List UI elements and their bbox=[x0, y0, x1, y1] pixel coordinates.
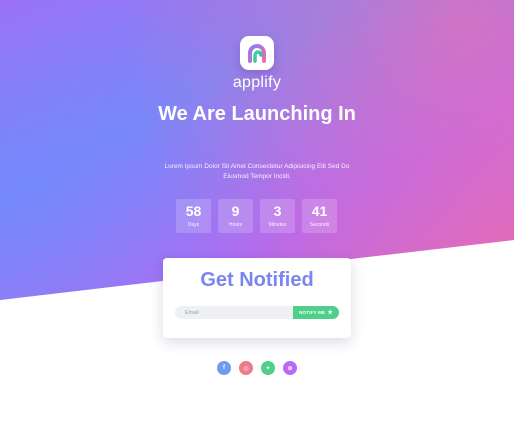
star-icon: ★ bbox=[327, 310, 333, 316]
page-title: We Are Launching In bbox=[158, 103, 356, 125]
page-subtitle: Lorem Ipsum Dolor Sit Amet Consectetur A… bbox=[164, 163, 350, 180]
countdown-days-value: 58 bbox=[185, 203, 202, 219]
subscribe-form: NOTIFY ME ★ bbox=[175, 306, 339, 319]
countdown-minutes-value: 3 bbox=[273, 203, 282, 219]
countdown-days-label: Days bbox=[187, 222, 200, 228]
notify-title: Get Notified bbox=[200, 269, 314, 291]
countdown-seconds-value: 41 bbox=[311, 203, 328, 219]
notify-card: Get Notified NOTIFY ME ★ bbox=[163, 258, 351, 338]
instagram-icon[interactable]: ◎ bbox=[239, 361, 253, 375]
countdown-days: 58 Days bbox=[176, 199, 211, 233]
countdown-timer: 58 Days 9 Hours 3 Minutes 41 Seconds bbox=[0, 199, 514, 233]
brand-name: applify bbox=[232, 74, 282, 91]
countdown-hours: 9 Hours bbox=[218, 199, 253, 233]
email-field[interactable] bbox=[175, 306, 293, 319]
countdown-hours-value: 9 bbox=[231, 203, 240, 219]
countdown-seconds-label: Seconds bbox=[309, 222, 330, 228]
app-logo-icon bbox=[240, 36, 274, 70]
countdown-seconds: 41 Seconds bbox=[302, 199, 337, 233]
countdown-hours-label: Hours bbox=[228, 222, 243, 228]
notify-me-label: NOTIFY ME bbox=[299, 310, 326, 315]
social-links: f ◎ ✦ ⊛ bbox=[0, 361, 514, 375]
countdown-minutes-label: Minutes bbox=[268, 222, 287, 228]
countdown-minutes: 3 Minutes bbox=[260, 199, 295, 233]
notify-me-button[interactable]: NOTIFY ME ★ bbox=[293, 306, 339, 319]
facebook-icon[interactable]: f bbox=[217, 361, 231, 375]
dribbble-icon[interactable]: ⊛ bbox=[283, 361, 297, 375]
twitter-icon[interactable]: ✦ bbox=[261, 361, 275, 375]
